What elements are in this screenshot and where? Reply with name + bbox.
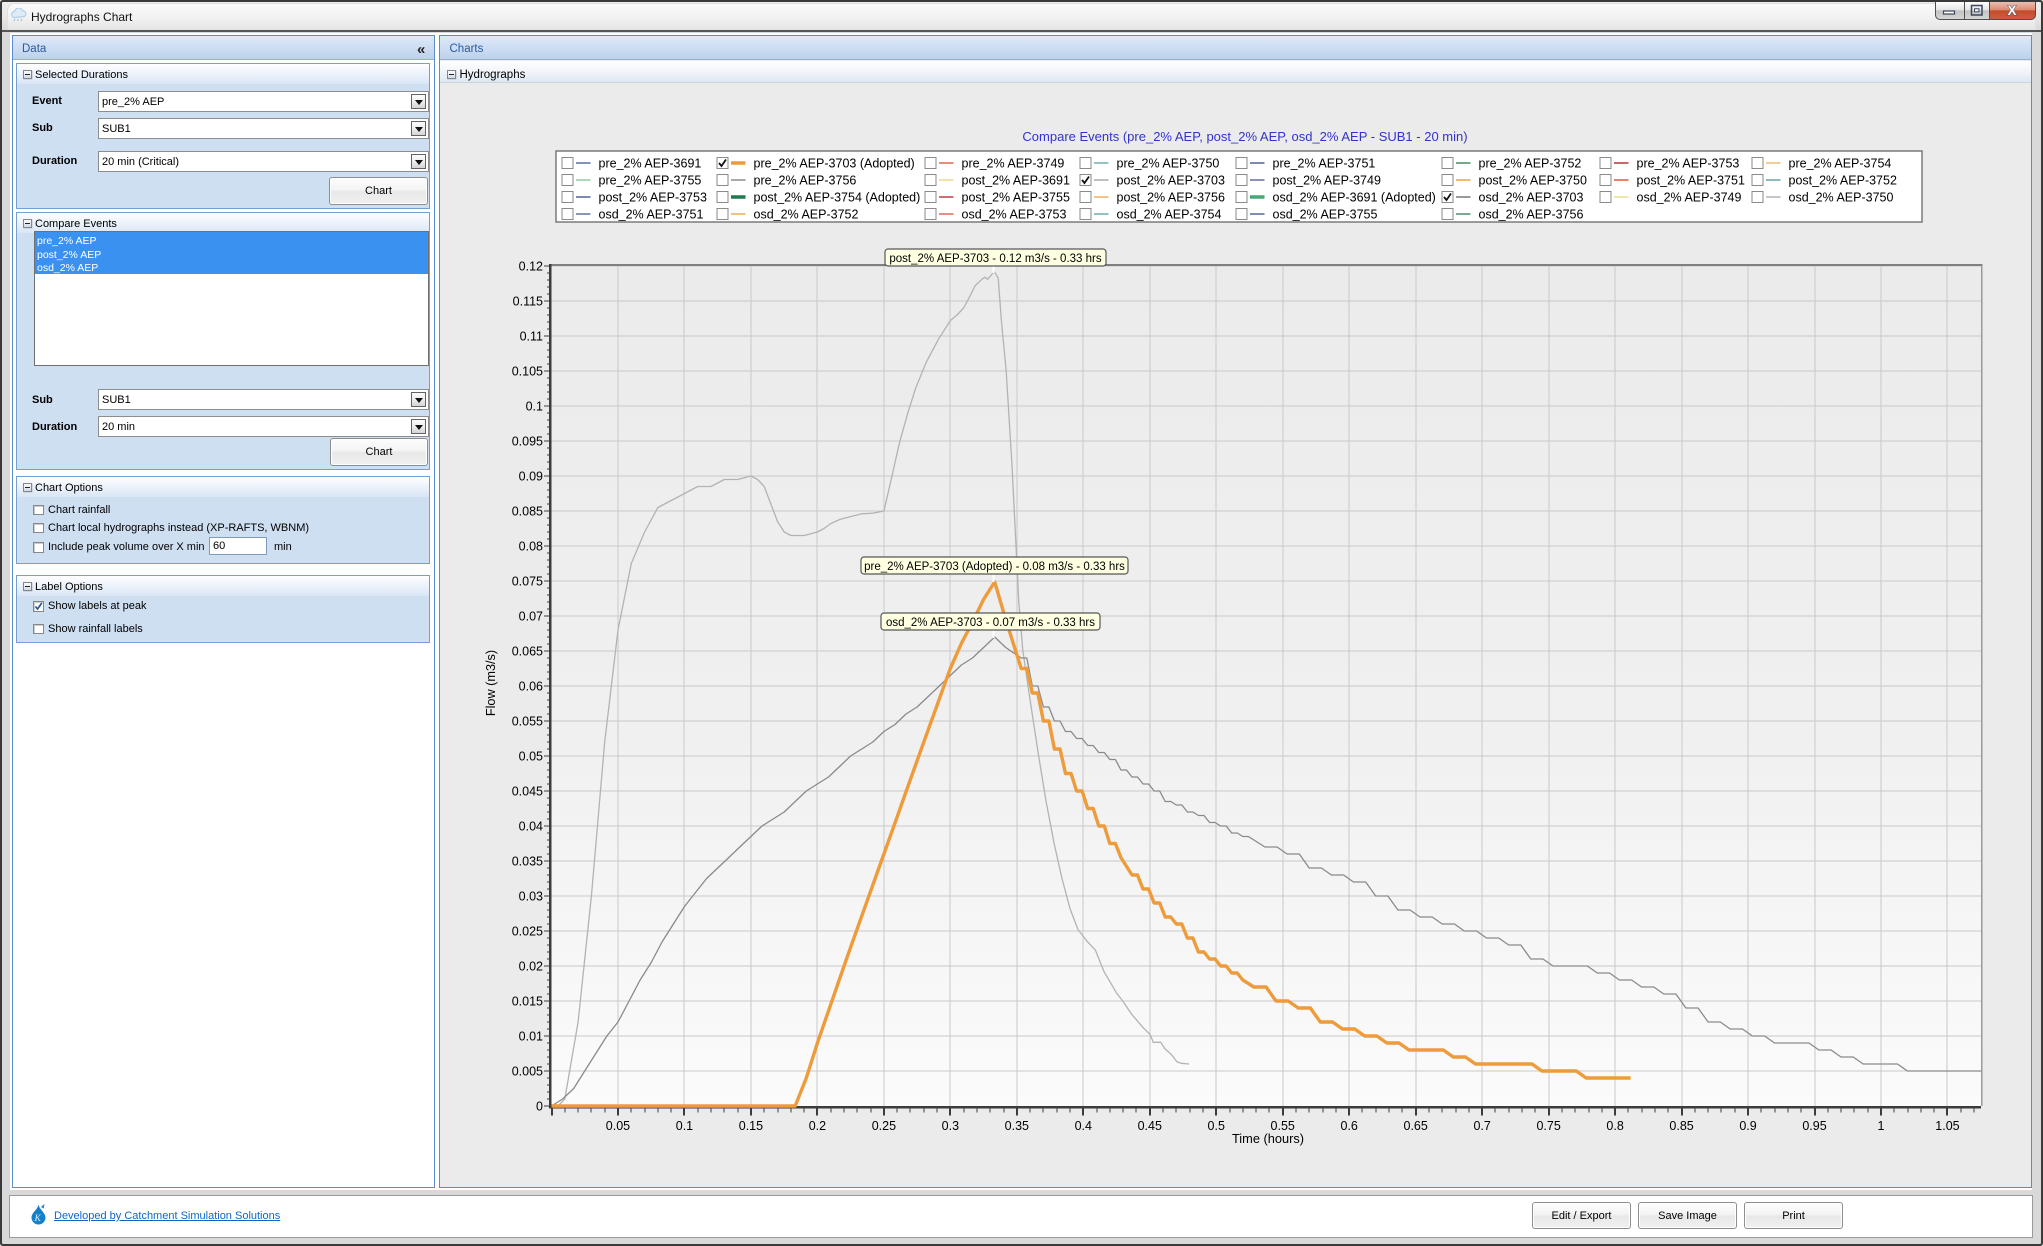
svg-text:X: X — [2007, 3, 2016, 18]
svg-text:K: K — [34, 1214, 42, 1224]
